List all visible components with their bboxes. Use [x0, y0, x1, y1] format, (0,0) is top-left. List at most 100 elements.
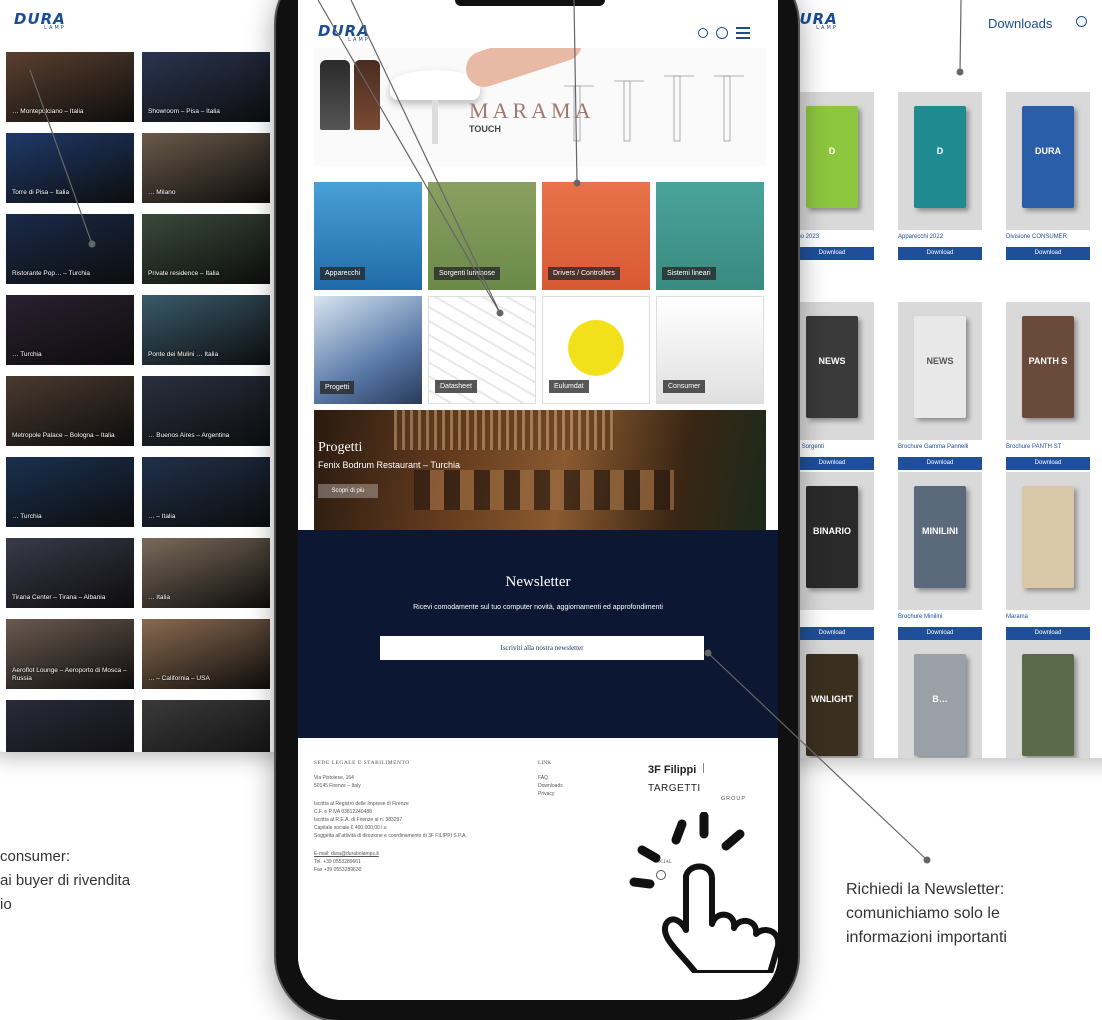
- search-icon[interactable]: [1076, 16, 1087, 27]
- download-button[interactable]: Download: [898, 247, 982, 260]
- lamp-stem: [432, 100, 438, 144]
- tile-label: Sistemi lineari: [662, 267, 716, 280]
- menu-icon[interactable]: [736, 27, 750, 39]
- callout-consumer: consumer: ai buyer di rivendita io: [0, 848, 131, 913]
- project-caption: Private residence – Italia: [148, 270, 220, 277]
- download-button[interactable]: Download: [1006, 457, 1090, 470]
- hero-subtitle: TOUCH: [469, 124, 501, 134]
- project-thumb[interactable]: Metropole Palace – Bologna – Italia: [6, 376, 134, 446]
- brochure-cover[interactable]: DURA: [1006, 92, 1090, 230]
- category-tile[interactable]: Apparecchi: [314, 182, 422, 290]
- project-thumb[interactable]: Ristorante Pop… – Turchia: [6, 214, 134, 284]
- cover-text: B…: [932, 694, 948, 704]
- project-thumb[interactable]: … – California – USA: [142, 619, 270, 689]
- search-icon[interactable]: [698, 28, 708, 38]
- project-thumb[interactable]: … Milano: [142, 133, 270, 203]
- download-button[interactable]: Download: [1006, 627, 1090, 640]
- brochure-cover[interactable]: B…: [898, 640, 982, 758]
- project-caption: Metropole Palace – Bologna – Italia: [12, 432, 115, 439]
- category-tile[interactable]: Progetti: [314, 296, 422, 404]
- project-caption: … Milano: [148, 189, 176, 196]
- brochure-cover[interactable]: MINILINI: [898, 472, 982, 610]
- category-tile[interactable]: Eulumdat: [542, 296, 650, 404]
- projects-panel: DURALAMP P … Montepulciano – ItaliaShowr…: [0, 0, 288, 752]
- project-caption: … Buenos Aires – Argentina: [148, 432, 230, 439]
- download-button[interactable]: Download: [898, 457, 982, 470]
- technical-drawing: [564, 75, 744, 142]
- cover-text: DURA: [1035, 146, 1061, 156]
- newsletter-title: Newsletter: [505, 574, 571, 590]
- brochure-cover[interactable]: D: [790, 92, 874, 230]
- download-button[interactable]: Download: [790, 247, 874, 260]
- brochure-cover[interactable]: NEWS: [790, 302, 874, 440]
- tile-label: Eulumdat: [549, 380, 589, 393]
- project-thumb[interactable]: … Turchia: [6, 457, 134, 527]
- brochure-cover[interactable]: [1006, 472, 1090, 610]
- project-thumb[interactable]: … Buenos Aires – Argentina: [142, 376, 270, 446]
- footer-link[interactable]: FAQ: [538, 774, 563, 782]
- category-tile[interactable]: Datasheet: [428, 296, 536, 404]
- project-caption: Ristorante Pop… – Turchia: [12, 270, 91, 277]
- tile-label: Consumer: [663, 380, 706, 393]
- dura-logo[interactable]: DURA LAMP: [318, 22, 370, 43]
- project-caption: … Turchia: [12, 351, 42, 358]
- footer-link[interactable]: Privacy: [538, 790, 563, 798]
- lamp-image: [320, 60, 350, 130]
- category-tile[interactable]: Consumer: [656, 296, 764, 404]
- project-caption: … Montepulciano – Italia: [12, 108, 84, 115]
- project-thumb[interactable]: Aeroflot Lounge – Aeroporto di Mosca – R…: [6, 619, 134, 689]
- tile-label: Drivers / Controllers: [548, 267, 620, 280]
- brochure-title: Apparecchi 2022: [898, 234, 944, 240]
- cover-text: NEWS: [818, 356, 846, 366]
- newsletter-section: Newsletter Ricevi comodamente sul tuo co…: [298, 530, 778, 738]
- nav-downloads[interactable]: Downloads: [988, 16, 1052, 31]
- category-tile[interactable]: Sorgenti luminose: [428, 182, 536, 290]
- project-caption: Showroom – Pisa – Italia: [148, 108, 220, 115]
- account-icon[interactable]: [716, 27, 728, 39]
- project-caption: Aeroflot Lounge – Aeroporto di Mosca – R…: [12, 667, 127, 682]
- newsletter-button[interactable]: Iscriviti alla nostra newsletter: [380, 636, 704, 660]
- footer-email[interactable]: E-mail: dura@durabolamps.it: [314, 850, 379, 858]
- project-thumb[interactable]: Showroom – Pisa – Italia: [142, 52, 270, 122]
- category-tile[interactable]: Drivers / Controllers: [542, 182, 650, 290]
- project-thumb[interactable]: … – Italia: [142, 457, 270, 527]
- brochure-cover[interactable]: BINARIO: [790, 472, 874, 610]
- project-banner[interactable]: Progetti Fenix Bodrum Restaurant – Turch…: [314, 410, 766, 530]
- project-thumb[interactable]: Tirana Center – Tirana – Albania: [6, 538, 134, 608]
- project-caption: Tirana Center – Tirana – Albania: [12, 594, 106, 601]
- brochure-cover[interactable]: WNLIGHT: [790, 640, 874, 758]
- tile-label: Sorgenti luminose: [434, 267, 501, 280]
- download-button[interactable]: Download: [790, 627, 874, 640]
- brochure-cover[interactable]: NEWS: [898, 302, 982, 440]
- brochure-cover[interactable]: D: [898, 92, 982, 230]
- group-logo[interactable]: 3F Filippi TARGETTI GROUP: [648, 760, 760, 802]
- project-thumb[interactable]: Ponte dei Mulini … Italia: [142, 295, 270, 365]
- project-thumb[interactable]: … Turchia: [6, 295, 134, 365]
- project-caption: … Turchia: [12, 513, 42, 520]
- cover-text: PANTH S: [1028, 356, 1068, 366]
- project-thumb[interactable]: … Montepulciano – Italia: [6, 52, 134, 122]
- footer-contacts: E-mail: dura@durabolamps.it Tel. +39 0553…: [314, 850, 379, 873]
- footer-heading-address: SEDE LEGALE E STABILIMENTO: [314, 760, 410, 766]
- brochure-cover[interactable]: [1006, 640, 1090, 758]
- tile-label: Datasheet: [435, 380, 477, 393]
- project-button[interactable]: Scopri di più: [318, 484, 378, 498]
- project-caption: … Italia: [148, 594, 171, 601]
- project-thumb[interactable]: …: [142, 700, 270, 752]
- footer-address: Via Pistoiese, 164 50145 Firenze – Italy: [314, 775, 361, 789]
- download-button[interactable]: Download: [790, 457, 874, 470]
- downloads-panel: DURA LAMP Downloads D …ino 2023 Download D Ap…: [780, 0, 1102, 758]
- project-thumb[interactable]: Torre di Pisa – Italia: [6, 133, 134, 203]
- project-thumb[interactable]: … Italia: [142, 538, 270, 608]
- project-caption: Ponte dei Mulini … Italia: [148, 351, 219, 358]
- brochure-title: Brochure PANTH ST: [1006, 444, 1062, 450]
- category-tile[interactable]: Sistemi lineari: [656, 182, 764, 290]
- hero-banner[interactable]: MARAMA TOUCH: [314, 48, 766, 166]
- project-thumb[interactable]: Disney flagship store – Shanghai: [6, 700, 134, 752]
- brochure-cover[interactable]: PANTH S: [1006, 302, 1090, 440]
- dura-logo[interactable]: DURA LAMP: [14, 10, 66, 31]
- download-button[interactable]: Download: [1006, 247, 1090, 260]
- download-button[interactable]: Download: [898, 627, 982, 640]
- project-thumb[interactable]: Private residence – Italia: [142, 214, 270, 284]
- footer-link[interactable]: Downloads: [538, 782, 563, 790]
